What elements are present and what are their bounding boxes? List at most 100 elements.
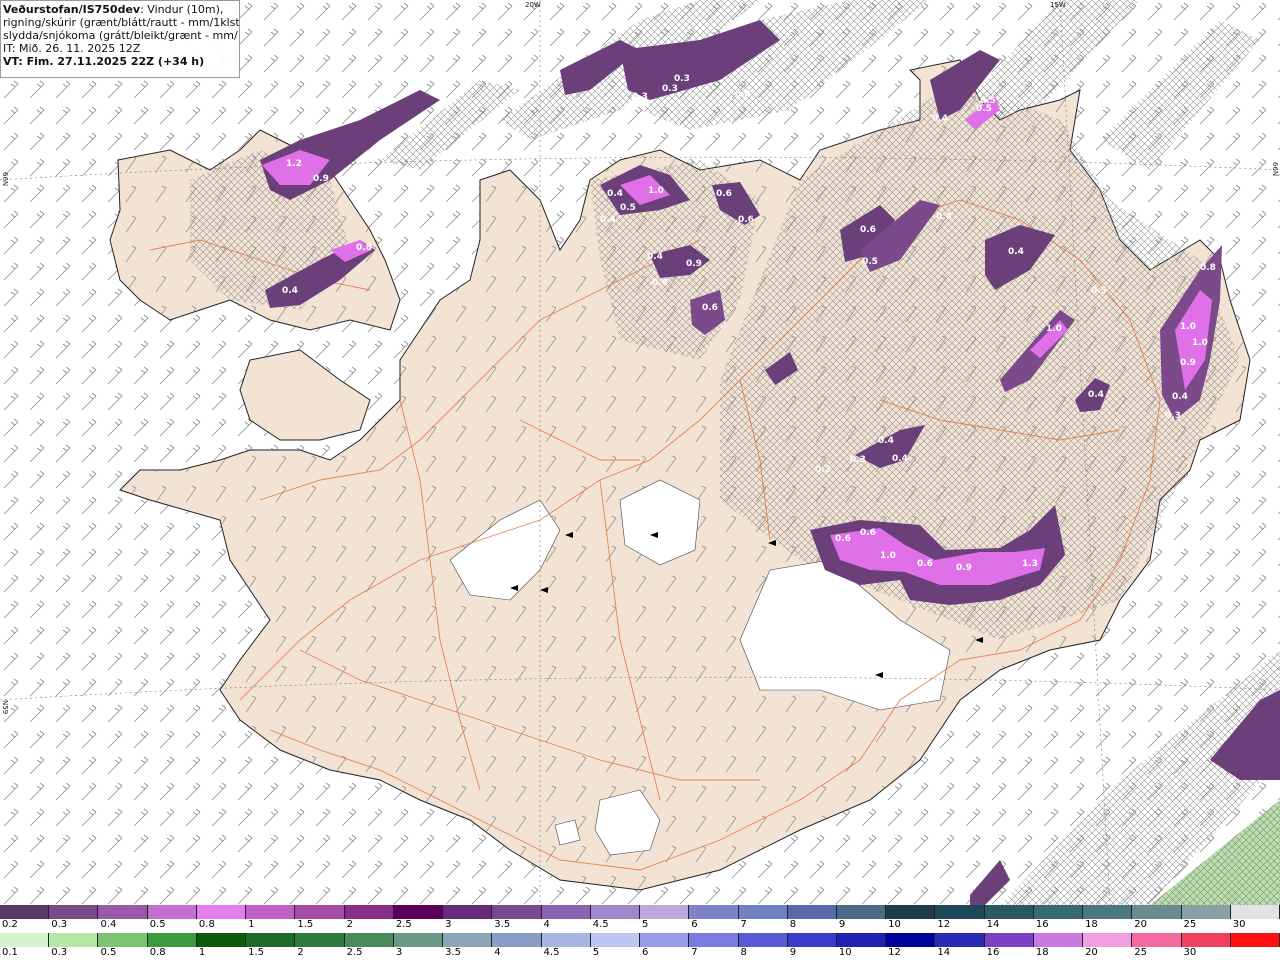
precip-value: 0.4 — [647, 252, 663, 262]
precip-value: 0.5 — [980, 96, 996, 106]
legend-swatch — [984, 905, 1034, 919]
legend-label: 9 — [789, 947, 797, 958]
legend-label: 4 — [543, 919, 550, 930]
legend-label: 30 — [1232, 919, 1246, 930]
precip-value: 0.2 — [815, 465, 831, 475]
lon-label-20w: 20W — [525, 1, 541, 9]
precip-value: 0.4 — [282, 286, 298, 296]
precip-value: 1.0 — [1180, 322, 1196, 332]
precip-value: 1.0 — [1192, 338, 1208, 348]
legend-swatch — [0, 933, 50, 947]
legend-label: 1 — [248, 919, 255, 930]
precip-value: 0.9 — [313, 174, 329, 184]
legend-label: 10 — [838, 947, 852, 958]
legend-label: 2.5 — [395, 919, 412, 930]
precip-value: 0.6 — [738, 215, 754, 225]
legend-label: 0.2 — [2, 919, 18, 930]
legend-label: 0.3 — [51, 919, 68, 930]
legend-swatch — [1132, 933, 1182, 947]
snow-legend-bar — [0, 905, 1280, 919]
legend-label: 14 — [937, 947, 951, 958]
legend-label: 1 — [198, 947, 206, 958]
precip-value: 0.9 — [956, 563, 972, 573]
lat-label-left-lower: N59 — [1, 700, 9, 714]
legend-label: 16 — [986, 947, 1000, 958]
precip-value: 0.4 — [1088, 390, 1104, 400]
legend-label: 30 — [1183, 947, 1197, 958]
legend-label: 3 — [445, 919, 452, 930]
weather-map[interactable]: 1.2 0.9 0.8 0.4 0.4 1.0 0.5 0.4 0.6 0.6 … — [0, 0, 1280, 906]
legend-swatch — [984, 933, 1034, 947]
legend-swatch — [787, 933, 837, 947]
legend-swatch — [1230, 905, 1280, 919]
legend-label: 25 — [1183, 919, 1197, 930]
legend-swatch — [196, 905, 247, 919]
precip-value: 0.4 — [936, 212, 952, 222]
legend-label: 6 — [642, 947, 649, 958]
legend-swatch — [492, 905, 542, 919]
legend-swatch — [886, 933, 936, 947]
legend-label: 20 — [1085, 947, 1098, 958]
legend-swatch — [640, 905, 690, 919]
legend-swatch — [246, 905, 296, 919]
precip-value: 0.4 — [932, 114, 948, 124]
precip-value: 0.4 — [607, 189, 623, 199]
precip-value: 1.3 — [1022, 559, 1038, 569]
legend-label: 8 — [789, 919, 797, 930]
legend-swatch — [935, 933, 985, 947]
snow-legend-labels: 0.2 0.3 0.4 0.5 0.8 1 1.5 2 2.5 3 3.5 4 4.5 5 6 7 8 9 10 12… — [0, 919, 1280, 931]
precip-value: 1.0 — [648, 186, 664, 196]
legend-swatch — [836, 905, 887, 919]
legend-swatch — [295, 933, 345, 947]
legend-swatch — [1033, 905, 1084, 919]
legend-swatch — [836, 933, 887, 947]
legend-swatch — [590, 933, 641, 947]
legend-swatch — [344, 905, 394, 919]
lon-label-15w: 15W — [1050, 1, 1066, 9]
legend-label: 0.8 — [149, 947, 166, 958]
legend-label: 5 — [592, 947, 600, 958]
legend-label: 4.5 — [543, 947, 560, 958]
precip-value: 0.8 — [1200, 263, 1216, 273]
map-canvas: 1.2 0.9 0.8 0.4 0.4 1.0 0.5 0.4 0.6 0.6 … — [0, 0, 1280, 906]
precip-value: 0.5 — [620, 203, 636, 213]
legend-swatch — [935, 905, 985, 919]
precip-value: 0.3 — [1165, 411, 1181, 421]
legend-swatch — [295, 905, 345, 919]
precip-value: 0.3 — [850, 455, 866, 465]
legend-label: 12 — [937, 919, 951, 930]
legend-swatch — [689, 905, 739, 919]
legend-label: 14 — [986, 919, 1000, 930]
precip-value: 0.3 — [662, 84, 678, 94]
rain-legend-bar — [0, 933, 1280, 947]
legend-label: 0.4 — [100, 919, 117, 930]
precip-value: 0.4 — [1008, 247, 1024, 257]
legend-swatch — [49, 905, 99, 919]
legend-swatch — [689, 933, 739, 947]
precip-value: 0.4 — [1172, 392, 1188, 402]
precip-value: 0.4 — [652, 278, 668, 288]
precip-value: 0.6 — [702, 303, 718, 313]
description-line-snow: slydda/snjókoma (grátt/bleikt/grænt - mm… — [3, 29, 239, 42]
precip-value: 0.6 — [860, 528, 876, 538]
precip-value: 0.6 — [716, 189, 732, 199]
precip-value: 0.5 — [1091, 286, 1107, 296]
description-line-rain: rigning/skúrir (grænt/blátt/rautt - mm/1… — [3, 16, 240, 29]
legend-label: 20 — [1134, 919, 1148, 930]
legend-swatch — [1033, 933, 1084, 947]
legend-label: 0.5 — [149, 919, 166, 930]
initial-time: IT: Mið. 26. 11. 2025 12Z — [3, 42, 141, 55]
legend-swatch — [787, 905, 837, 919]
legend-label: 18 — [1085, 919, 1098, 930]
legend-swatch — [393, 933, 444, 947]
precip-value: 0.9 — [686, 259, 702, 269]
legend-label: 10 — [888, 919, 901, 930]
precip-value: 0.4 — [735, 90, 751, 100]
precip-value: 0.9 — [1180, 358, 1196, 368]
precip-value: 0.3 — [632, 92, 648, 102]
legend-label: 7 — [740, 919, 747, 930]
legend-swatch — [1132, 905, 1182, 919]
legend-label: 6 — [691, 919, 698, 930]
legend-label: 0.3 — [51, 947, 68, 958]
precip-value: 0.8 — [356, 243, 372, 253]
